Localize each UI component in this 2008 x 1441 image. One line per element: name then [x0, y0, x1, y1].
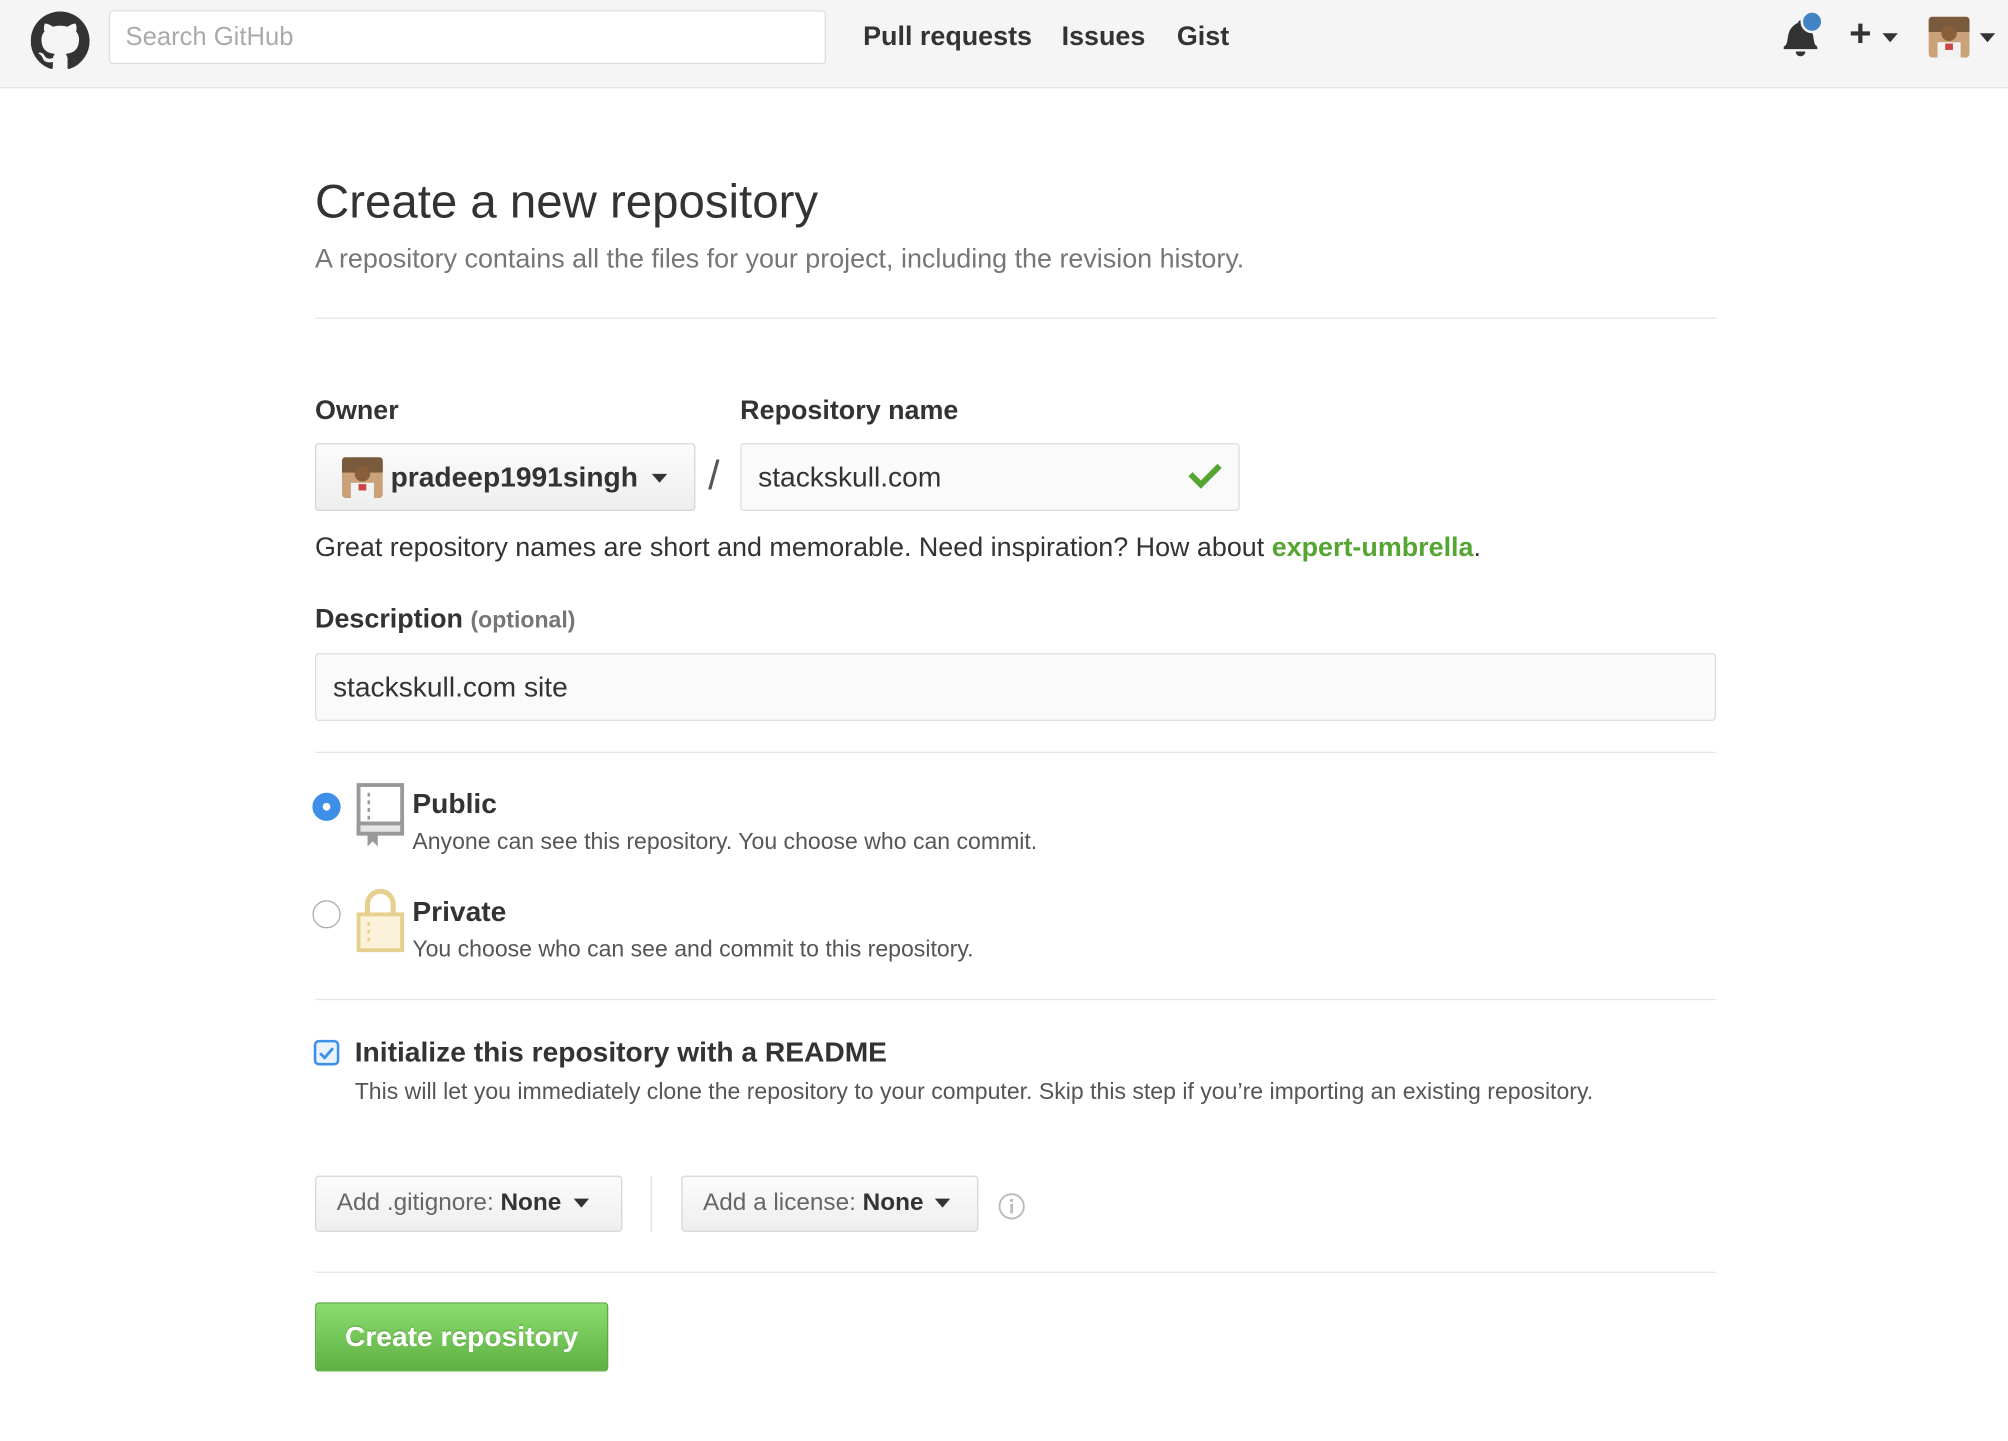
gitignore-select[interactable]: Add .gitignore: None — [315, 1175, 623, 1232]
chevron-down-icon — [651, 473, 668, 483]
divider — [315, 998, 1717, 1001]
chevron-down-icon — [573, 1199, 589, 1209]
hint-end: . — [1473, 532, 1481, 563]
page-title: Create a new repository — [315, 175, 819, 228]
nav-gist[interactable]: Gist — [1177, 22, 1229, 53]
private-description: You choose who can see and commit to thi… — [412, 936, 974, 962]
public-description: Anyone can see this repository. You choo… — [412, 828, 1038, 855]
user-avatar[interactable] — [1928, 16, 1970, 58]
private-title: Private — [412, 895, 507, 928]
repository-name-input[interactable] — [740, 443, 1240, 511]
chevron-down-icon — [935, 1199, 951, 1209]
repository-name-label: Repository name — [740, 395, 959, 426]
private-radio[interactable] — [312, 900, 341, 929]
page-subtitle: A repository contains all the files for … — [315, 244, 1245, 275]
owner-repo-separator: / — [708, 452, 720, 499]
checkmark-icon — [319, 1047, 335, 1060]
gitignore-value: None — [500, 1189, 562, 1217]
plus-icon[interactable]: + — [1849, 15, 1871, 53]
check-icon — [1188, 463, 1222, 489]
owner-name: pradeep1991singh — [390, 461, 638, 494]
divider — [315, 1271, 1717, 1273]
readme-checkbox[interactable] — [313, 1039, 340, 1066]
divider — [315, 751, 1717, 753]
optional-tag: (optional) — [470, 607, 576, 633]
top-navbar: Pull requests Issues Gist + — [0, 0, 2008, 89]
license-select[interactable]: Add a license: None — [681, 1175, 979, 1232]
description-label-text: Description — [315, 604, 463, 634]
license-value: None — [862, 1189, 924, 1217]
repo-book-icon — [356, 783, 405, 847]
nav-pull-requests[interactable]: Pull requests — [863, 22, 1032, 53]
nav-issues[interactable]: Issues — [1062, 22, 1146, 53]
divider — [315, 317, 1717, 319]
repository-name-hint: Great repository names are short and mem… — [315, 533, 1481, 564]
owner-avatar — [341, 457, 383, 499]
public-title: Public — [412, 787, 497, 820]
create-repository-button[interactable]: Create repository — [315, 1302, 609, 1372]
owner-select[interactable]: pradeep1991singh — [315, 443, 696, 511]
divider — [650, 1175, 652, 1232]
hint-text: Great repository names are short and mem… — [315, 532, 1272, 563]
chevron-down-icon[interactable] — [1882, 33, 1898, 43]
readme-title: Initialize this repository with a README — [354, 1036, 887, 1069]
chevron-down-icon[interactable] — [1979, 33, 1996, 43]
notification-indicator — [1800, 10, 1824, 34]
public-radio[interactable] — [312, 792, 341, 821]
owner-label: Owner — [315, 395, 399, 426]
lock-icon — [356, 888, 405, 953]
description-label: Description (optional) — [315, 604, 575, 635]
license-label: Add a license: — [703, 1189, 856, 1217]
description-input[interactable] — [315, 653, 1717, 721]
search-input[interactable] — [108, 10, 826, 65]
info-icon[interactable] — [998, 1192, 1026, 1220]
suggestion-link[interactable]: expert-umbrella — [1272, 533, 1474, 562]
github-octocat-icon[interactable] — [30, 11, 90, 71]
readme-description: This will let you immediately clone the … — [354, 1078, 1594, 1104]
gitignore-label: Add .gitignore: — [336, 1189, 494, 1217]
